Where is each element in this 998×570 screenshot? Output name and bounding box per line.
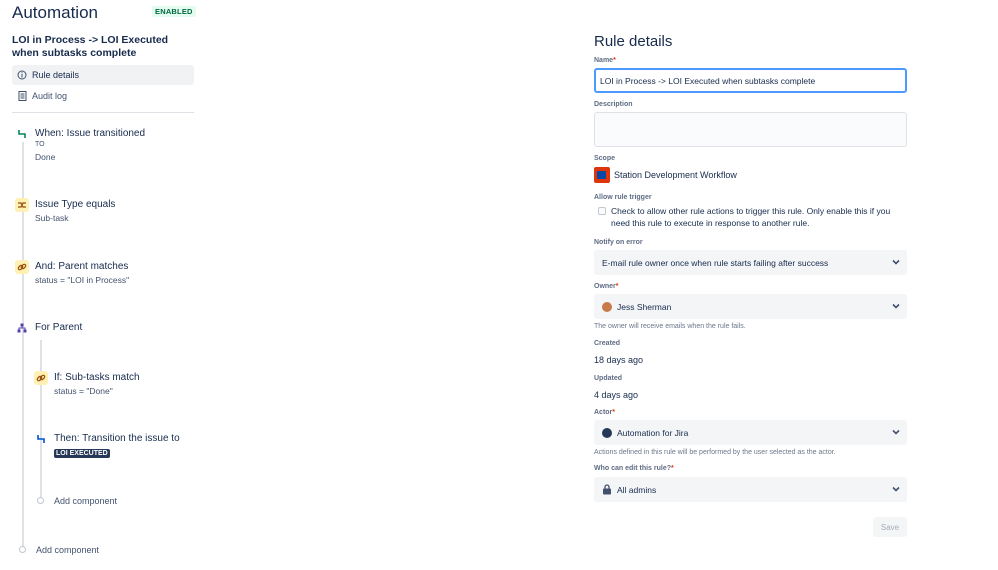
subtask-condition-sub: status = "Done": [54, 386, 113, 396]
document-icon: [12, 91, 32, 101]
transition-icon: [15, 127, 29, 141]
owner-value: Jess Sherman: [617, 301, 672, 312]
updated-value: 4 days ago: [594, 390, 639, 400]
trigger-to-value: Done: [35, 152, 56, 162]
allow-trigger-label: Allow rule trigger: [594, 194, 652, 201]
add-component-outer-link[interactable]: Add component: [36, 545, 99, 555]
branch-connector: [40, 340, 42, 500]
created-value: 18 days ago: [594, 355, 644, 365]
edit-permission-value: All admins: [617, 484, 657, 495]
actor-help: Actions defined in this rule will be per…: [594, 449, 836, 456]
actor-select[interactable]: Automation for Jira: [594, 420, 907, 445]
scope-label: Scope: [594, 155, 616, 162]
owner-select[interactable]: Jess Sherman: [594, 294, 907, 319]
description-label: Description: [594, 101, 633, 108]
condition-title: Issue Type equals: [35, 199, 116, 210]
description-field[interactable]: [594, 112, 907, 147]
page-title: Rule details: [594, 33, 673, 50]
divider: [12, 112, 194, 113]
app-title: Automation: [12, 3, 98, 22]
status-badge: ENABLED: [152, 6, 196, 17]
info-icon: [12, 70, 32, 80]
link-icon: [15, 260, 29, 274]
name-label: Name*: [594, 57, 616, 64]
nav-audit-log[interactable]: Audit log: [12, 86, 194, 106]
trigger-title: When: Issue transitioned: [35, 128, 146, 139]
condition-component[interactable]: Issue Type equals Sub-task: [15, 198, 195, 228]
notify-select[interactable]: E-mail rule owner once when rule starts …: [594, 250, 907, 275]
lock-icon: [603, 484, 611, 495]
parent-condition-sub: status = "LOI in Process": [35, 275, 130, 285]
owner-label: Owner*: [594, 283, 619, 290]
created-label: Created: [594, 340, 621, 347]
branch-component[interactable]: For Parent: [15, 321, 195, 339]
left-panel: Automation ENABLED LOI in Process -> LOI…: [0, 0, 200, 570]
edit-permission-select[interactable]: All admins: [594, 477, 907, 502]
allow-trigger-checkbox[interactable]: [598, 207, 606, 215]
chevron-down-icon: [892, 303, 900, 309]
actor-label: Actor*: [594, 409, 616, 416]
nav-rule-details[interactable]: Rule details: [12, 65, 194, 85]
condition-sub: Sub-task: [35, 213, 69, 223]
transition-action-component[interactable]: Then: Transition the issue to LOI EXECUT…: [34, 432, 199, 462]
add-component-inner-link[interactable]: Add component: [54, 496, 117, 506]
edit-permission-label: Who can edit this rule?*: [594, 465, 674, 472]
branch-title: For Parent: [35, 322, 83, 333]
shuffle-icon: [15, 198, 29, 212]
transition-action-title: Then: Transition the issue to: [54, 433, 180, 444]
notify-value: E-mail rule owner once when rule starts …: [602, 257, 829, 268]
add-point-dot: [37, 497, 44, 504]
updated-label: Updated: [594, 375, 622, 382]
nav-label: Audit log: [32, 91, 68, 101]
notify-label: Notify on error: [594, 239, 643, 246]
subtask-condition-title: If: Sub-tasks match: [54, 372, 140, 383]
subtask-condition-component[interactable]: If: Sub-tasks match status = "Done": [34, 371, 199, 401]
parent-condition-component[interactable]: And: Parent matches status = "LOI in Pro…: [15, 260, 195, 290]
avatar: [602, 301, 612, 312]
actor-value: Automation for Jira: [617, 427, 689, 438]
save-button[interactable]: Save: [873, 517, 907, 537]
allow-trigger-text: Check to allow other rule actions to tri…: [611, 206, 891, 228]
name-field[interactable]: [594, 68, 907, 93]
owner-help: The owner will receive emails when the r…: [594, 323, 746, 330]
trigger-component[interactable]: When: Issue transitioned TO Done: [15, 127, 195, 167]
chevron-down-icon: [892, 486, 900, 492]
transition-icon: [34, 432, 48, 446]
rule-details-panel: Rule details Name* Description Scope Sta…: [594, 0, 914, 570]
link-icon: [34, 371, 48, 385]
chevron-down-icon: [892, 429, 900, 435]
automation-icon: [602, 427, 612, 438]
nav-label: Rule details: [32, 70, 80, 80]
status-lozenge: LOI EXECUTED: [54, 449, 110, 458]
scope-text: Station Development Workflow: [614, 170, 737, 180]
rule-name: LOI in Process -> LOI Executed when subt…: [12, 34, 169, 59]
parent-condition-title: And: Parent matches: [35, 261, 129, 272]
chevron-down-icon: [892, 259, 900, 265]
add-point-dot: [19, 546, 26, 553]
project-icon: [594, 167, 610, 183]
scope-value: Station Development Workflow: [594, 167, 737, 183]
branch-icon: [15, 321, 29, 335]
trigger-to-label: TO: [35, 141, 45, 148]
